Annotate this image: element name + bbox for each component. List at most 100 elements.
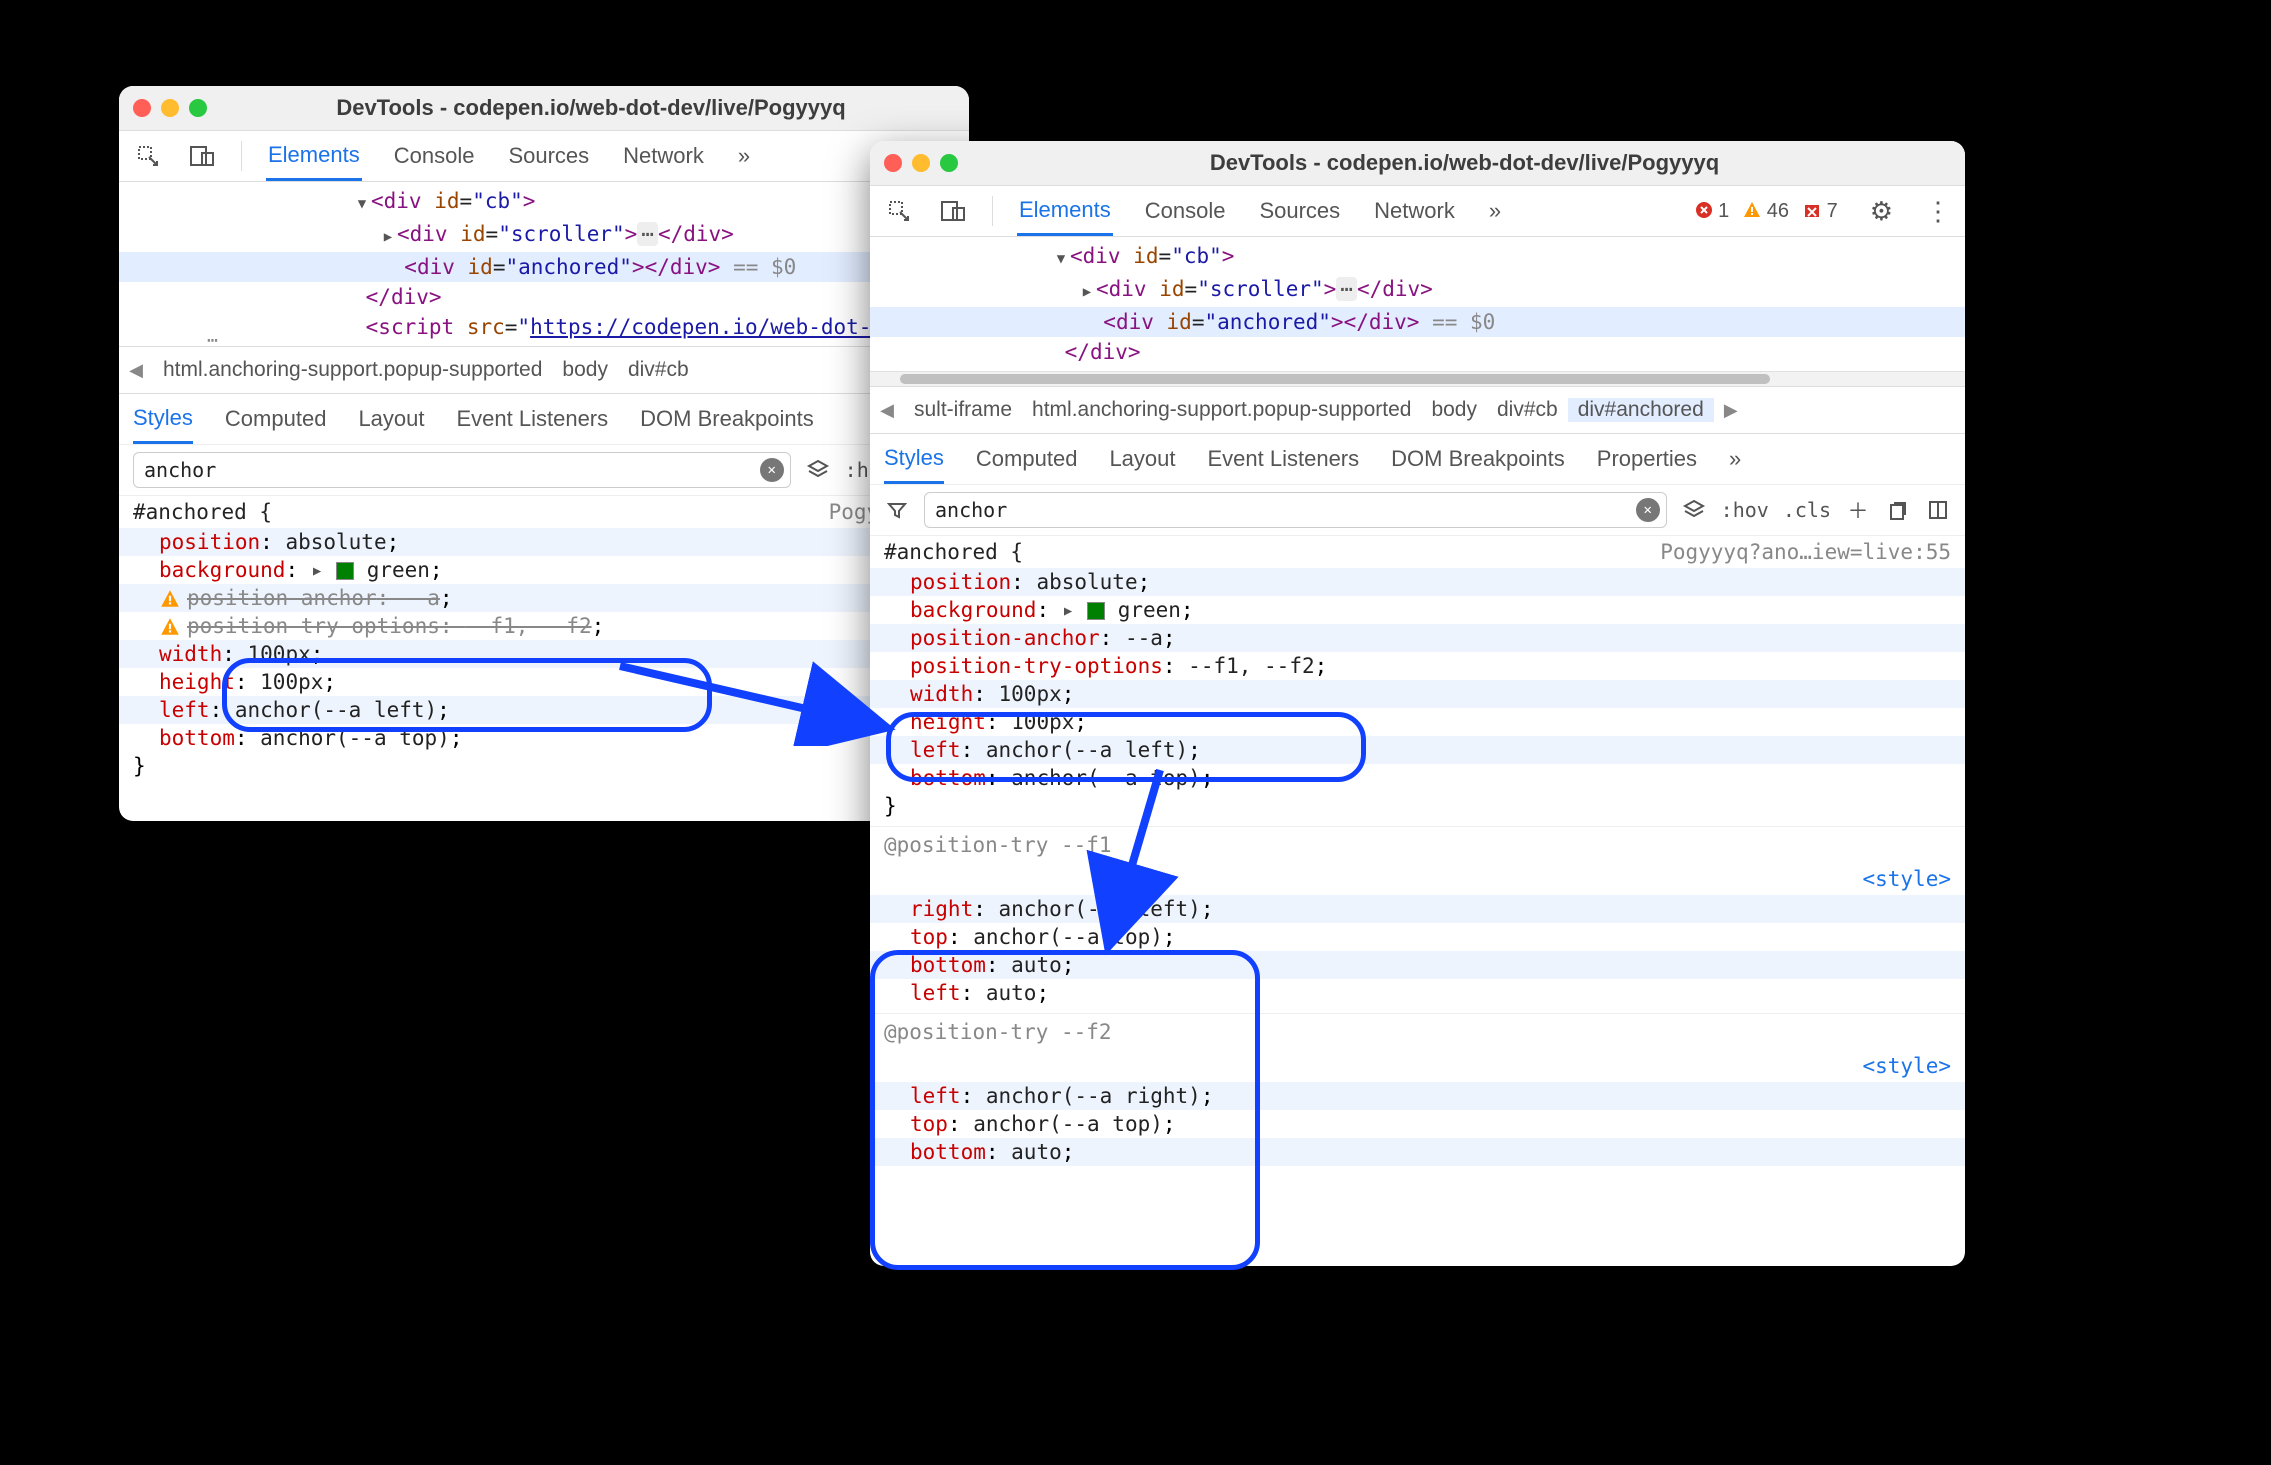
tab-elements[interactable]: Elements [1017,187,1113,236]
layers-icon[interactable] [805,457,831,483]
style-source-link[interactable]: <style> [870,1050,1965,1082]
crumb-iframe[interactable]: sult-iframe [904,398,1022,422]
toolbar: Elements Console Sources Network » [119,131,969,182]
filter-input[interactable]: anchor✕ [924,492,1667,528]
subtab-listeners[interactable]: Event Listeners [1208,436,1360,482]
rule-selector[interactable]: #anchored { [884,538,1023,566]
traffic-lights [133,99,207,117]
element-breadcrumb: ◀ html.anchoring-support.popup-supported… [119,346,969,394]
clear-icon[interactable]: ✕ [1636,498,1660,522]
subtab-properties[interactable]: Properties [1597,436,1697,482]
subtab-dom-bp[interactable]: DOM Breakpoints [640,396,814,442]
more-tabs-icon[interactable]: » [1487,188,1503,234]
minimize-button[interactable] [912,154,930,172]
crumb-cb[interactable]: div#cb [618,358,699,382]
filter-bar: anchor✕ :hov .cls ＋ [870,485,1965,536]
subtab-layout[interactable]: Layout [1109,436,1175,482]
subtab-dom-bp[interactable]: DOM Breakpoints [1391,436,1565,482]
hidden-count[interactable]: 7 [1803,200,1838,223]
computed-panel-icon[interactable] [1925,497,1951,523]
more-tabs-icon[interactable]: » [1729,436,1741,482]
crumb-html[interactable]: html.anchoring-support.popup-supported [153,358,552,382]
window-title: DevTools - codepen.io/web-dot-dev/live/P… [978,150,1951,176]
color-swatch[interactable] [336,562,354,580]
style-source-link[interactable]: <style> [870,863,1965,895]
filter-icon[interactable] [884,497,910,523]
tab-sources[interactable]: Sources [506,133,591,179]
minimize-button[interactable] [161,99,179,117]
color-swatch[interactable] [1087,602,1105,620]
main-tabs: Elements Console Sources Network » [266,132,752,181]
zoom-button[interactable] [189,99,207,117]
hov-toggle[interactable]: :hov [1721,498,1769,522]
selected-element-row[interactable]: <div id="anchored"></div> == $0 [870,307,1965,337]
kebab-icon[interactable]: ⋮ [1925,196,1951,227]
selected-element-row[interactable]: <div id="anchored"></div> == $0 [119,252,969,282]
tab-network[interactable]: Network [621,133,706,179]
more-tabs-icon[interactable]: » [736,133,752,179]
add-rule-icon[interactable]: ＋ [1845,497,1871,523]
main-tabs: Elements Console Sources Network » [1017,187,1503,236]
window-titlebar: DevTools - codepen.io/web-dot-dev/live/P… [870,141,1965,186]
subtab-styles[interactable]: Styles [133,395,193,444]
scrollbar[interactable] [870,371,1965,386]
styles-subtabs: Styles Computed Layout Event Listeners D… [870,434,1965,485]
styles-panel: #anchored {Pogyyyq?ano…iew=live:55 posit… [870,536,1965,1166]
clear-icon[interactable]: ✕ [760,458,784,482]
tab-console[interactable]: Console [392,133,477,179]
subtab-listeners[interactable]: Event Listeners [457,396,609,442]
subtab-computed[interactable]: Computed [225,396,327,442]
expand-arrow-icon[interactable]: ▼ [1052,244,1070,274]
elements-panel: ▼<div id="cb"> ▶<div id="scroller">⋯</di… [870,237,1965,371]
cls-toggle[interactable]: .cls [1783,498,1831,522]
toolbar: Elements Console Sources Network » 1 46 … [870,186,1965,237]
subtab-computed[interactable]: Computed [976,436,1078,482]
tab-sources[interactable]: Sources [1257,188,1342,234]
close-button[interactable] [133,99,151,117]
element-breadcrumb: ◀ sult-iframe html.anchoring-support.pop… [870,386,1965,434]
issue-counts[interactable]: 1 46 7 [1695,200,1838,223]
rule-selector[interactable]: #anchored { [133,498,272,526]
warning-count[interactable]: 46 [1743,200,1789,223]
overflow-ellipsis: ⋯ [207,330,217,351]
styles-panel: #anchored {Pogyyyq?an position: absolute… [119,496,969,780]
position-try-f2[interactable]: @position-try --f2 [870,1013,1965,1050]
position-try-f1[interactable]: @position-try --f1 [870,826,1965,863]
rule-source[interactable]: Pogyyyq?ano…iew=live:55 [1660,538,1951,566]
expand-arrow-icon[interactable]: ▶ [379,222,397,252]
tab-network[interactable]: Network [1372,188,1457,234]
select-element-icon[interactable] [133,141,163,171]
filter-bar: anchor✕ :hov .cls [119,445,969,496]
scroll-left-icon[interactable]: ◀ [119,360,153,381]
scroll-right-icon[interactable]: ▶ [1714,400,1748,421]
elements-panel: ▼<div id="cb"> ▶<div id="scroller">⋯</di… [119,182,969,346]
expand-arrow-icon[interactable]: ▶ [1078,277,1096,307]
select-element-icon[interactable] [884,196,914,226]
scroll-left-icon[interactable]: ◀ [870,400,904,421]
toggle-device-icon[interactable] [938,196,968,226]
crumb-html[interactable]: html.anchoring-support.popup-supported [1022,398,1421,422]
close-button[interactable] [884,154,902,172]
expand-arrow-icon[interactable]: ▼ [353,189,371,219]
zoom-button[interactable] [940,154,958,172]
layers-icon[interactable] [1681,497,1707,523]
subtab-layout[interactable]: Layout [358,396,424,442]
warn-icon [159,588,181,610]
styles-subtabs: Styles Computed Layout Event Listeners D… [119,394,969,445]
crumb-body[interactable]: body [1421,398,1487,422]
tab-console[interactable]: Console [1143,188,1228,234]
copy-icon[interactable] [1885,497,1911,523]
error-count[interactable]: 1 [1695,200,1730,223]
gear-icon[interactable]: ⚙ [1870,196,1893,227]
crumb-body[interactable]: body [552,358,618,382]
subtab-styles[interactable]: Styles [884,435,944,484]
crumb-anchored[interactable]: div#anchored [1568,398,1714,422]
filter-input[interactable]: anchor✕ [133,452,791,488]
window-title: DevTools - codepen.io/web-dot-dev/live/P… [227,95,955,121]
devtools-window-after: DevTools - codepen.io/web-dot-dev/live/P… [870,141,1965,1266]
crumb-cb[interactable]: div#cb [1487,398,1568,422]
warn-icon [159,616,181,638]
tab-elements[interactable]: Elements [266,132,362,181]
window-titlebar: DevTools - codepen.io/web-dot-dev/live/P… [119,86,969,131]
toggle-device-icon[interactable] [187,141,217,171]
